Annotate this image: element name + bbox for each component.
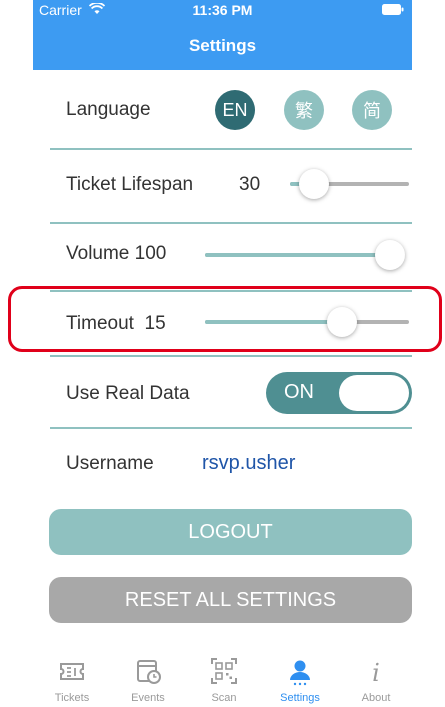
navigation-bar: Carrier 11:36 PM Settings [33,0,412,70]
timeout-value: 15 [144,313,166,334]
slider-thumb[interactable] [375,240,405,270]
ticket-lifespan-label: Ticket Lifespan [66,174,194,195]
logout-button[interactable]: LOGOUT [49,509,412,555]
person-icon [290,660,310,686]
divider [50,222,412,224]
use-real-data-label: Use Real Data [66,383,190,404]
language-option-traditional-chinese[interactable]: 繁 [284,90,324,130]
language-label: Language [66,99,151,120]
username-value: rsvp.usher [202,452,296,474]
slider-thumb[interactable] [327,307,357,337]
ticket-lifespan-slider[interactable] [290,169,409,199]
username-label: Username [66,453,154,474]
divider [50,148,412,150]
tab-tickets[interactable]: Tickets [34,648,110,707]
page-title: Settings [188,36,257,55]
info-icon: i [372,659,380,686]
ticket-icon [60,663,84,680]
qr-code-icon [211,658,237,684]
tab-label: Scan [211,692,237,704]
slider-fill [205,253,390,257]
volume-slider[interactable] [205,240,405,270]
tab-scan[interactable]: Scan [186,648,262,707]
reset-all-settings-button[interactable]: RESET ALL SETTINGS [49,577,412,623]
divider [50,355,412,357]
slider-fill [205,320,342,324]
tab-label: Events [131,692,165,704]
tab-label: Tickets [54,692,90,704]
status-time: 11:36 PM [192,2,253,18]
language-option-simplified-chinese[interactable]: 简 [352,90,392,130]
tab-label: Settings [280,692,320,704]
tab-label: About [361,692,391,704]
timeout-slider[interactable] [205,307,409,337]
tab-settings[interactable]: Settings [262,648,338,707]
slider-thumb[interactable] [299,169,329,199]
timeout-label: Timeout 15 [66,313,166,334]
language-option-en[interactable]: EN [215,90,255,130]
volume-label: Volume 100 [66,243,167,264]
tab-bar: Tickets Events Scan Settings i About [33,648,412,707]
volume-value: 100 [134,243,167,264]
svg-text:i: i [372,659,380,686]
tab-events[interactable]: Events [110,648,186,707]
divider [50,427,412,429]
calendar-clock-icon [137,660,161,684]
battery-icon [382,4,404,15]
ticket-lifespan-value: 30 [239,174,261,195]
tab-about[interactable]: i About [338,648,414,707]
toggle-knob [339,375,409,411]
use-real-data-toggle[interactable]: ON [266,372,412,414]
toggle-state-label: ON [284,381,314,403]
